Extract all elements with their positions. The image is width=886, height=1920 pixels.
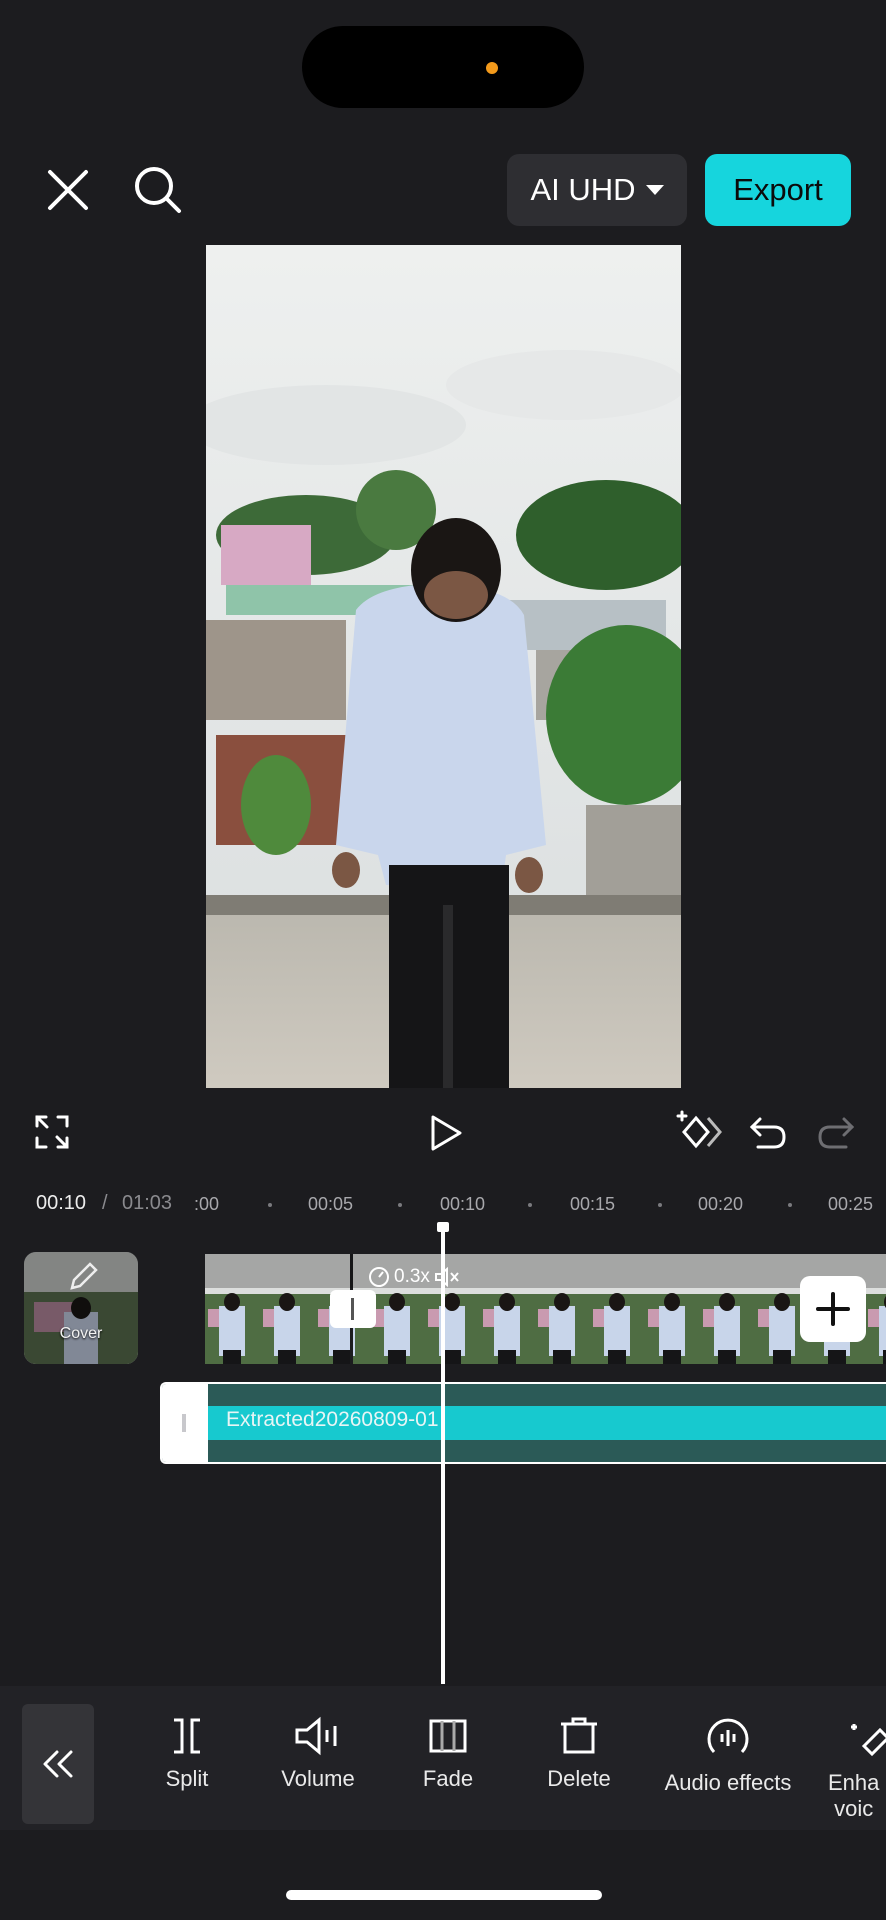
fade-label: Fade: [422, 1766, 474, 1791]
ruler-tick-label: 00:10: [440, 1194, 486, 1214]
keyframe-icon[interactable]: [676, 1110, 724, 1154]
quality-dropdown-button[interactable]: AI UHD: [507, 154, 687, 226]
close-icon[interactable]: [46, 168, 90, 212]
volume-label: Volume: [281, 1766, 355, 1791]
cover-thumbnail[interactable]: [24, 1252, 138, 1364]
fullscreen-icon[interactable]: [34, 1114, 70, 1150]
toolbar-back-button[interactable]: [22, 1704, 94, 1824]
redo-icon[interactable]: [816, 1116, 856, 1150]
delete-icon: [561, 1717, 597, 1754]
current-time: 00:10: [36, 1192, 87, 1214]
ruler-tick-label: 00:25: [828, 1194, 874, 1214]
ruler-dot: [788, 1203, 792, 1207]
ruler-tick-label: 00:15: [570, 1194, 616, 1214]
dynamic-island: [302, 26, 584, 108]
undo-icon[interactable]: [748, 1116, 788, 1150]
split-button[interactable]: Split: [150, 1716, 224, 1792]
fade-button[interactable]: Fade: [410, 1716, 486, 1792]
export-button[interactable]: Export: [705, 154, 851, 226]
ruler-tick-label: 00:05: [308, 1194, 354, 1214]
time-separator: /: [102, 1192, 108, 1214]
audio-clip-name: Extracted20260809-01: [226, 1408, 439, 1431]
split-label: Split: [165, 1766, 209, 1791]
volume-icon: [295, 1716, 337, 1756]
audio-effects-icon: [707, 1718, 749, 1754]
plus-icon: [816, 1292, 850, 1326]
add-clip-button[interactable]: [800, 1276, 866, 1342]
audio-effects-button[interactable]: Audio effects: [650, 1716, 806, 1796]
total-duration: 01:03: [122, 1192, 173, 1214]
play-icon[interactable]: [428, 1114, 464, 1152]
clip-split-handle[interactable]: [330, 1290, 376, 1328]
audio-clip-track[interactable]: Extracted20260809-01: [160, 1382, 886, 1464]
handle-grip: [182, 1414, 186, 1432]
cover-label: Cover: [59, 1325, 103, 1342]
delete-label: Delete: [547, 1766, 611, 1791]
speed-value: 0.3x: [394, 1266, 430, 1287]
ruler-dot: [658, 1203, 662, 1207]
caret-down-icon: [645, 185, 664, 195]
enhance-voice-button[interactable]: Enha voic: [828, 1716, 886, 1822]
double-chevron-left-icon: [43, 1750, 73, 1778]
ruler-dot: [398, 1203, 402, 1207]
delete-button[interactable]: Delete: [538, 1716, 620, 1792]
ruler-dot: [528, 1203, 532, 1207]
search-icon[interactable]: [132, 164, 184, 216]
video-clip-track[interactable]: [205, 1254, 886, 1364]
ruler-tick-label: :00: [194, 1194, 220, 1214]
fade-icon: [429, 1719, 467, 1753]
ruler-tick-label: 00:20: [698, 1194, 744, 1214]
home-indicator: [286, 1890, 602, 1900]
ruler-dot: [268, 1203, 272, 1207]
audio-effects-label: Audio effects: [664, 1770, 792, 1795]
speed-badge: 0.3x: [368, 1266, 460, 1288]
video-preview[interactable]: [206, 245, 681, 1088]
quality-label: AI UHD: [530, 172, 636, 207]
mute-icon: [434, 1266, 459, 1288]
enhance-voice-icon: [851, 1724, 886, 1757]
volume-button[interactable]: Volume: [270, 1716, 366, 1792]
playhead[interactable]: [441, 1224, 445, 1684]
speed-gauge-icon: [369, 1267, 389, 1287]
enhance-voice-label: Enha voic: [828, 1770, 880, 1821]
split-icon: [174, 1718, 200, 1754]
privacy-indicator-dot: [486, 62, 498, 74]
